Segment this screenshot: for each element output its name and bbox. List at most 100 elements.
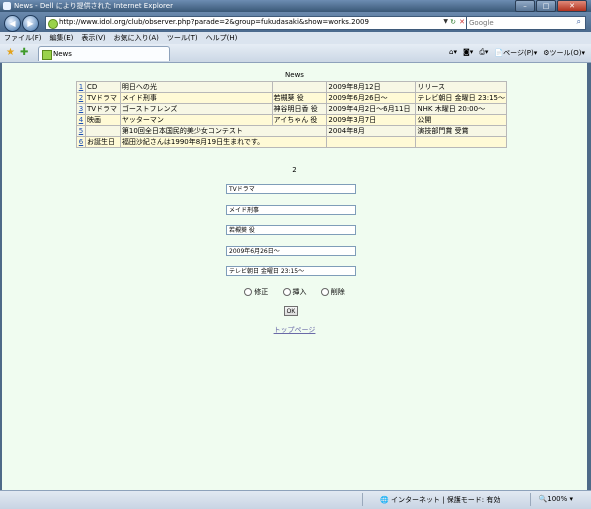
status-separator [362,493,363,506]
menu-edit[interactable]: 編集(E) [46,33,78,43]
tools-menu-button[interactable]: ⚙ツール(O)▾ [543,48,585,58]
menu-view[interactable]: 表示(V) [77,33,109,43]
globe-icon: 🌐 [380,496,389,504]
maximize-button[interactable]: □ [536,0,556,12]
row-role: アイちゃん 役 [271,114,328,126]
row-info: 公開 [415,114,507,126]
add-favorites-icon[interactable]: ✚ [20,47,28,58]
table-row: 6 お誕生日 福田沙紀さんは1990年8月19日生まれです。 [76,136,507,148]
menu-file[interactable]: ファイル(F) [0,33,46,43]
row-role [271,81,328,93]
row-date: 2009年4月2日～6月11日 [326,103,417,115]
tab-row: ★ ✚ News ⌂▾ ◙▾ ⎙▾ 📄ページ(P)▾ ⚙ツール(O)▾ [0,44,591,63]
refresh-icon[interactable]: ↻ [450,18,456,26]
date-field[interactable]: 2009年6月26日～ [226,246,356,256]
row-number-link[interactable]: 1 [76,81,86,93]
forward-button[interactable]: ▶ [22,15,39,32]
ok-button[interactable]: OK [284,306,298,316]
feeds-icon[interactable]: ◙▾ [463,48,473,58]
page-title: News [285,71,304,79]
page-menu-button[interactable]: 📄ページ(P)▾ [494,48,537,58]
zoom-icon: 🔍 [538,495,548,503]
news-table: 1 CD 明日への光 2009年8月12日 リリース 2 TVドラマ メイド刑事… [76,81,507,148]
name-field[interactable]: メイド刑事 [226,205,356,215]
menu-bar: ファイル(F) 編集(E) 表示(V) お気に入り(A) ツール(T) ヘルプ(… [0,32,591,44]
search-icon[interactable]: ⌕ [577,17,581,27]
page-icon [48,19,58,29]
radio-delete[interactable]: 削除 [320,288,345,296]
address-dropdown-icon[interactable]: ▼ [443,18,448,25]
menu-help[interactable]: ヘルプ(H) [202,33,242,43]
table-row: 1 CD 明日への光 2009年8月12日 リリース [76,81,507,93]
radio-insert-circle[interactable] [282,288,291,296]
row-number-link[interactable]: 3 [76,103,86,115]
radio-insert[interactable]: 挿入 [282,288,307,296]
radio-modify-label: 修正 [254,288,269,296]
row-name: ゴーストフレンズ [119,103,273,115]
row-date: 2009年3月7日 [326,114,417,126]
table-row: 5 第10回全日本国民的美少女コンテスト 2004年8月 演技部門賞 受賞 [76,125,507,137]
row-number-link[interactable]: 4 [76,114,86,126]
row-number-link[interactable]: 5 [76,125,86,137]
row-info: NHK 木曜日 20:00～ [415,103,507,115]
navigation-bar: ◀ ▶ http://www.idol.org/club/observer.ph… [0,12,591,32]
row-number-link[interactable]: 6 [76,136,86,148]
menu-tools[interactable]: ツール(T) [163,33,202,43]
row-name: ヤッターマン [119,114,273,126]
page-content: News 1 CD 明日への光 2009年8月12日 リリース 2 TVドラマ … [2,63,587,490]
security-zone: 🌐 インターネット | 保護モード: 有効 [380,495,500,505]
radio-delete-circle[interactable] [320,288,329,296]
zoom-level[interactable]: 🔍100% ▾ [539,495,573,503]
zoom-label: 100% [547,495,568,503]
title-bar: News - Dell により提供された Internet Explorer –… [0,0,591,12]
row-info [415,136,507,148]
favorites-star-icon[interactable]: ★ [6,47,15,58]
table-row: 3 TVドラマ ゴーストフレンズ 神谷明日香 役 2009年4月2日～6月11日… [76,103,507,115]
row-type: CD [84,81,121,93]
row-number-link[interactable]: 2 [76,92,86,104]
minimize-button[interactable]: – [515,0,535,12]
zone-label: インターネット | 保護モード: 有効 [390,496,501,504]
row-date: 2004年8月 [326,125,417,137]
row-name: 第10回全日本国民的美少女コンテスト [119,125,328,137]
window-title: News - Dell により提供された Internet Explorer [14,2,173,10]
ie-icon [3,2,11,10]
back-button[interactable]: ◀ [4,15,21,32]
type-field[interactable]: TVドラマ [226,184,356,194]
row-type: TVドラマ [84,103,121,115]
menu-favorites[interactable]: お気に入り(A) [110,33,163,43]
radio-modify[interactable]: 修正 [244,288,268,296]
role-field[interactable]: 若槻葵 役 [226,225,356,235]
row-info: 演技部門賞 受賞 [415,125,507,137]
row-info: テレビ朝日 金曜日 23:15～ [415,92,507,104]
record-number: 2 [292,166,297,174]
row-type: お誕生日 [84,136,121,148]
tab-label: News [53,50,72,58]
row-date: 2009年6月26日～ [326,92,417,104]
status-bar: 🌐 インターネット | 保護モード: 有効 🔍100% ▾ [0,490,591,509]
tab-news[interactable]: News [38,46,170,61]
address-bar[interactable]: http://www.idol.org/club/observer.php?pa… [45,16,467,30]
table-row: 4 映画 ヤッターマン アイちゃん 役 2009年3月7日 公開 [76,114,507,126]
tools-menu-label: ツール(O) [549,49,582,57]
row-date [326,136,417,148]
radio-modify-circle[interactable] [244,288,253,296]
browser-window: News - Dell により提供された Internet Explorer –… [0,0,591,509]
search-input[interactable] [469,17,567,28]
row-name: 明日への光 [119,81,273,93]
close-button[interactable]: ✕ [557,0,587,12]
info-field[interactable]: テレビ朝日 金曜日 23:15～ [226,266,356,276]
search-box[interactable]: ⌕ [466,16,586,30]
row-type: TVドラマ [84,92,121,104]
table-row: 2 TVドラマ メイド刑事 若槻葵 役 2009年6月26日～ テレビ朝日 金曜… [76,92,507,104]
print-icon[interactable]: ⎙▾ [479,48,488,58]
status-separator [530,493,531,506]
row-date: 2009年8月12日 [326,81,417,93]
page-menu-label: ページ(P) [503,49,534,57]
tab-page-icon [42,50,52,60]
row-name: 福田沙紀さんは1990年8月19日生まれです。 [119,136,328,148]
address-url[interactable]: http://www.idol.org/club/observer.php?pa… [59,18,369,26]
home-icon[interactable]: ⌂▾ [449,48,457,58]
stop-icon[interactable]: ✕ [459,18,465,26]
top-page-link[interactable]: トップページ [2,325,587,335]
